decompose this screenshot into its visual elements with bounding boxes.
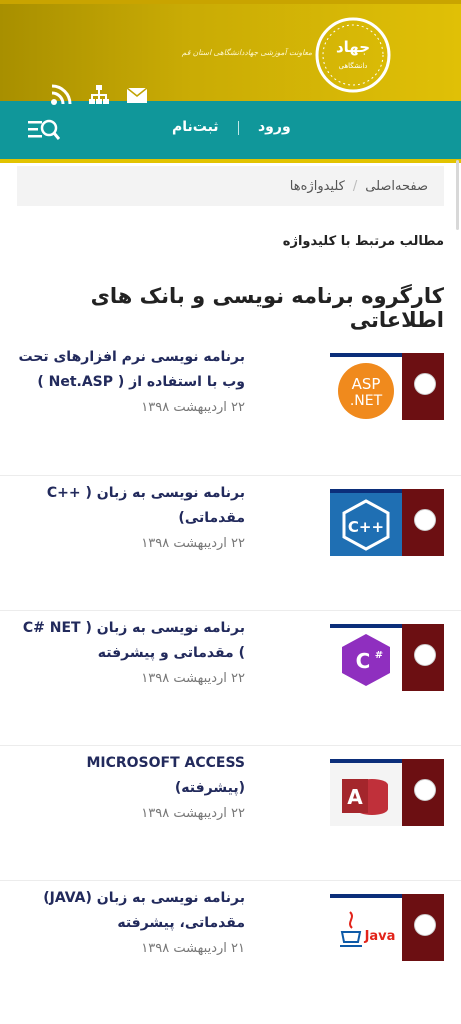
article-thumbnail[interactable]: A xyxy=(330,759,444,826)
access-icon: A xyxy=(342,779,388,815)
csharp-icon: C # xyxy=(342,634,390,686)
article-thumbnail[interactable]: C # xyxy=(330,624,444,691)
article-item[interactable]: ASP .NET برنامه نویسی نرم افزارهای تحت و… xyxy=(0,340,461,475)
article-item[interactable]: A MICROSOFT ACCESS (پیشرفته) ۲۲ اردیبهشت… xyxy=(0,745,461,880)
article-item[interactable]: Java برنامه نویسی به زبان (JAVA) مقدماتی… xyxy=(0,880,461,1015)
register-link[interactable]: ثبت‌نام xyxy=(172,119,219,135)
login-link[interactable]: ورود xyxy=(258,119,291,135)
breadcrumb-current: کلیدواژه‌ها xyxy=(289,178,345,194)
jahad-logo[interactable]: جهاد دانشگاهی xyxy=(312,16,394,94)
article-title[interactable]: MICROSOFT ACCESS (پیشرفته) xyxy=(17,751,245,801)
article-thumbnail[interactable]: C++ xyxy=(330,489,444,556)
article-item[interactable]: C++ برنامه نویسی به زبان ( ++C مقدماتی) … xyxy=(0,475,461,610)
header-icon-bar xyxy=(50,84,148,106)
page-title: کارگروه برنامه نویسی و بانک های اطلاعاتی xyxy=(90,284,444,332)
breadcrumb-home[interactable]: صفحه‌اصلی xyxy=(365,179,428,194)
svg-text:#: # xyxy=(375,650,383,661)
article-title[interactable]: برنامه نویسی به زبان ( C# NET ) مقدماتی … xyxy=(17,616,245,666)
article-item[interactable]: C # برنامه نویسی به زبان ( C# NET ) مقدم… xyxy=(0,610,461,745)
breadcrumb-separator: / xyxy=(352,178,358,194)
article-title[interactable]: برنامه نویسی به زبان ( ++C مقدماتی) xyxy=(17,481,245,531)
article-title[interactable]: برنامه نویسی به زبان (JAVA) مقدماتی، پیش… xyxy=(17,886,245,936)
java-icon: Java xyxy=(340,911,396,947)
nav-separator xyxy=(238,121,239,135)
svg-text:ASP: ASP xyxy=(352,375,381,393)
main-nav: ورود ثبت‌نام xyxy=(0,101,461,163)
site-tagline: معاونت آموزشی جهاددانشگاهی استان قم xyxy=(181,48,312,57)
article-date: ۲۲ اردیبهشت ۱۳۹۸ xyxy=(141,671,245,686)
jahad-badge-icon xyxy=(414,644,436,666)
article-date: ۲۲ اردیبهشت ۱۳۹۸ xyxy=(141,536,245,551)
svg-text:C: C xyxy=(356,649,371,673)
article-date: ۲۲ اردیبهشت ۱۳۹۸ xyxy=(141,400,245,415)
jahad-badge-icon xyxy=(414,914,436,936)
jahad-badge-icon xyxy=(414,509,436,531)
cpp-icon: C++ xyxy=(342,499,390,551)
sitemap-icon[interactable] xyxy=(88,84,110,106)
logo-text: جهاد xyxy=(336,38,370,56)
svg-text:C++: C++ xyxy=(348,518,384,536)
jahad-badge-icon xyxy=(414,779,436,801)
article-thumbnail[interactable]: ASP .NET xyxy=(330,353,444,420)
jahad-badge-icon xyxy=(414,373,436,395)
svg-text:Java: Java xyxy=(364,929,396,944)
svg-text:.NET: .NET xyxy=(350,393,383,409)
related-label: مطالب مرتبط با کلیدواژه xyxy=(282,234,444,249)
aspnet-icon: ASP .NET xyxy=(338,363,394,419)
mail-icon[interactable] xyxy=(126,84,148,106)
breadcrumb: صفحه‌اصلی / کلیدواژه‌ها xyxy=(17,166,444,206)
article-title[interactable]: برنامه نویسی نرم افزارهای تحت وب با استف… xyxy=(17,345,245,395)
menu-search-icon[interactable] xyxy=(28,118,60,142)
article-date: ۲۲ اردیبهشت ۱۳۹۸ xyxy=(141,806,245,821)
logo-subtext: دانشگاهی xyxy=(339,61,368,70)
scrollbar[interactable] xyxy=(456,160,459,230)
svg-text:A: A xyxy=(347,785,363,809)
article-date: ۲۱ اردیبهشت ۱۳۹۸ xyxy=(141,941,245,956)
article-thumbnail[interactable]: Java xyxy=(330,894,444,961)
rss-icon[interactable] xyxy=(50,84,72,106)
